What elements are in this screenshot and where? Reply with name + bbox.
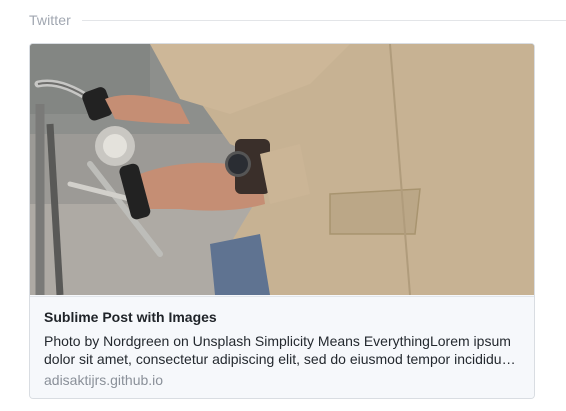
card-description: Photo by Nordgreen on Unsplash Simplicit… xyxy=(44,333,514,367)
section-header: Twitter xyxy=(29,10,566,30)
bicycle-photo-illustration xyxy=(30,44,534,295)
card-image[interactable] xyxy=(30,44,534,295)
section-divider xyxy=(81,19,566,21)
card-title[interactable]: Sublime Post with Images xyxy=(44,309,520,325)
card-domain[interactable]: adisaktijrs.github.io xyxy=(44,372,163,388)
card-body: Sublime Post with Images Photo by Nordgr… xyxy=(30,296,534,398)
twitter-card[interactable]: Sublime Post with Images Photo by Nordgr… xyxy=(29,43,535,399)
section-title: Twitter xyxy=(29,12,71,28)
